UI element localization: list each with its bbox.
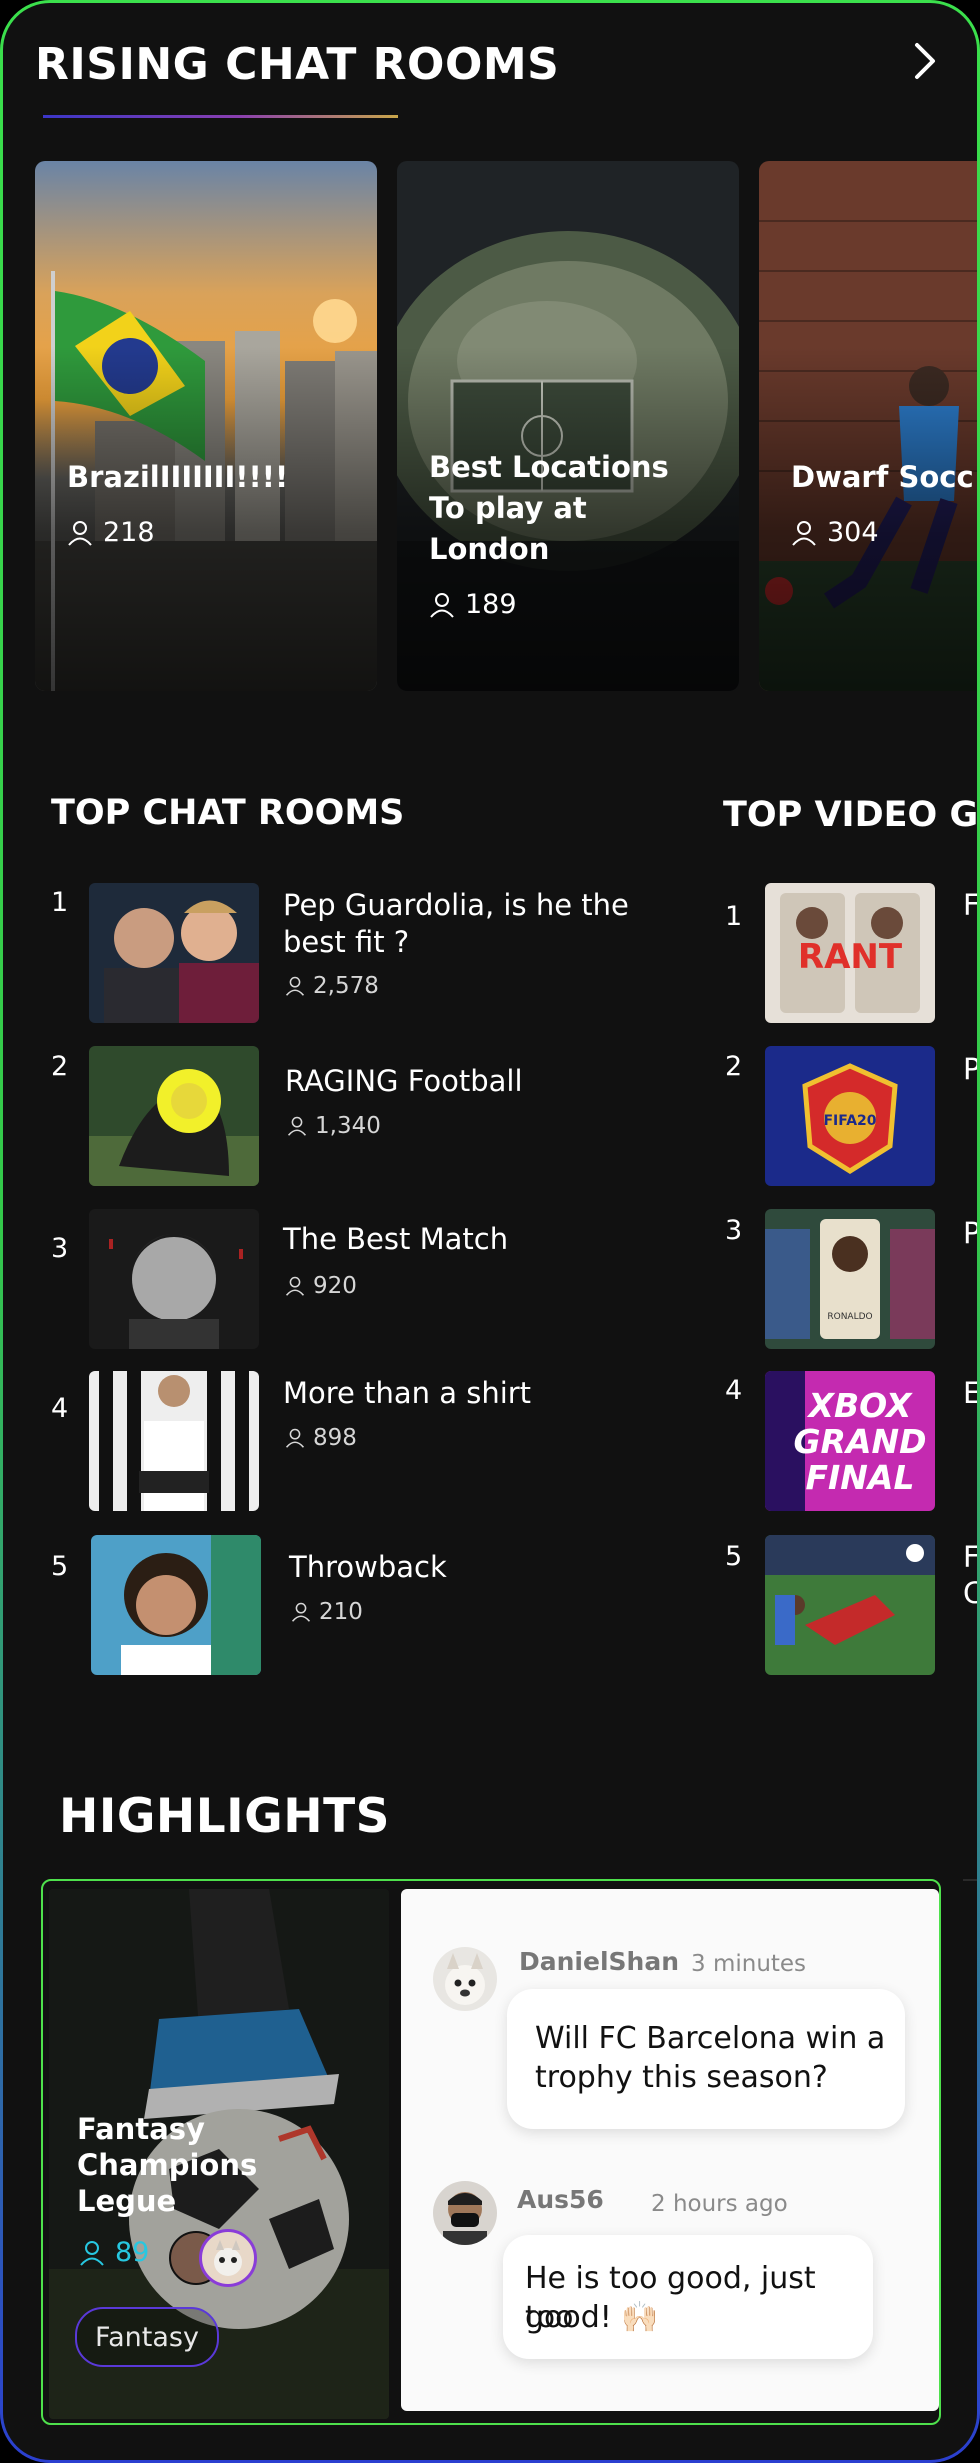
- chat-room-members: 898: [285, 1425, 357, 1451]
- video-thumbnail[interactable]: RANT: [765, 883, 935, 1023]
- top-video-games-title: TOP VIDEO GA: [723, 795, 977, 835]
- comments-panel: DanielShan 3 minutes Will FC Barcelona w…: [401, 1889, 939, 2411]
- person-icon: [68, 520, 92, 546]
- rising-card-dwarf-soccer[interactable]: Dwarf Socc 304: [759, 161, 977, 691]
- comment-text-line2: trophy this season?: [535, 2060, 828, 2095]
- member-count: 210: [319, 1599, 363, 1625]
- chat-room-title[interactable]: More than a shirt: [283, 1375, 531, 1412]
- divider: [963, 1879, 977, 1881]
- chat-room-thumbnail[interactable]: [89, 1209, 259, 1349]
- video-thumbnail[interactable]: [765, 1535, 935, 1675]
- highlight-title-line2: Champions: [77, 2148, 258, 2182]
- comment-time: 2 hours ago: [651, 2191, 788, 2217]
- rising-card-title-line1: Best Locations: [429, 450, 669, 484]
- rank-number: 1: [51, 887, 69, 918]
- rising-card-london[interactable]: Best Locations To play at London 189: [397, 161, 739, 691]
- top-chat-rooms-title: TOP CHAT ROOMS: [51, 793, 405, 833]
- thumb-text: RANT: [798, 937, 903, 977]
- member-count: 898: [313, 1425, 357, 1451]
- chat-room-members: 2,578: [285, 973, 379, 999]
- comment-bubble: He is too good, just too good! 🙌🏻: [503, 2235, 873, 2359]
- comment-time: 3 minutes: [691, 1951, 807, 1977]
- rising-card-members: 189: [429, 589, 517, 620]
- rank-number: 5: [725, 1541, 743, 1572]
- rank-number: 4: [51, 1393, 69, 1424]
- chat-room-thumbnail[interactable]: [91, 1535, 261, 1675]
- rising-card-title-line2: To play at: [429, 491, 587, 525]
- highlight-title-line3: Legue: [77, 2184, 177, 2218]
- rising-card-brazil[interactable]: BrazilIIIIIII!!!! 218: [35, 161, 377, 691]
- video-thumbnail[interactable]: FIFA20: [765, 1046, 935, 1186]
- thumb-text: XBOX: [807, 1386, 913, 1425]
- video-title[interactable]: F: [963, 887, 977, 924]
- person-icon: [430, 592, 454, 618]
- rank-number: 3: [725, 1215, 743, 1246]
- rank-number: 2: [725, 1051, 743, 1082]
- member-count: 189: [465, 589, 517, 620]
- video-thumbnail[interactable]: XBOX GRAND FINAL: [765, 1371, 935, 1511]
- comment-username[interactable]: Aus56: [517, 2185, 604, 2214]
- rising-card-title: BrazilIIIIIII!!!!: [67, 460, 289, 494]
- rising-card-title: Dwarf Socc: [791, 460, 974, 494]
- video-title[interactable]: P: [963, 1215, 977, 1252]
- chat-room-title-line1[interactable]: Pep Guardolia, is he the: [283, 887, 629, 924]
- thumb-text: FIFA20: [823, 1113, 876, 1129]
- comment-username[interactable]: DanielShan: [519, 1947, 679, 1976]
- chat-room-thumbnail[interactable]: [89, 1371, 259, 1511]
- person-icon: [285, 1428, 305, 1448]
- rank-number: 1: [725, 901, 743, 932]
- chat-room-members: 210: [291, 1599, 363, 1625]
- avatar: [433, 1947, 497, 2011]
- title-underline: [43, 115, 398, 118]
- comment-text-line1: Will FC Barcelona win a: [535, 2021, 886, 2056]
- thumb-text: RONALDO: [827, 1312, 872, 1322]
- comment-bubble: Will FC Barcelona win a trophy this seas…: [507, 1989, 905, 2129]
- person-icon: [285, 976, 305, 996]
- chat-room-title[interactable]: The Best Match: [283, 1221, 508, 1258]
- member-count: 2,578: [313, 973, 379, 999]
- member-count: 89: [115, 2237, 150, 2268]
- rank-number: 2: [51, 1051, 69, 1082]
- member-count: 218: [103, 517, 155, 548]
- rank-number: 4: [725, 1375, 743, 1406]
- thumb-text: FINAL: [805, 1458, 914, 1497]
- member-count: 920: [313, 1273, 357, 1299]
- highlight-members: 89: [79, 2237, 149, 2268]
- video-title-line1[interactable]: F: [963, 1539, 977, 1576]
- chat-room-thumbnail[interactable]: [89, 1046, 259, 1186]
- video-thumbnail[interactable]: RONALDO: [765, 1209, 935, 1349]
- rising-chat-rooms-title: RISING CHAT ROOMS: [35, 39, 560, 90]
- chat-room-thumbnail[interactable]: [89, 883, 259, 1023]
- avatar: [433, 2181, 497, 2245]
- video-title-line2[interactable]: C: [963, 1575, 977, 1612]
- rank-number: 5: [51, 1551, 69, 1582]
- chat-room-title[interactable]: RAGING Football: [285, 1063, 523, 1100]
- person-icon: [285, 1276, 305, 1296]
- member-count: 304: [827, 517, 879, 548]
- chat-room-title-line2[interactable]: best fit ?: [283, 924, 409, 961]
- person-icon: [291, 1602, 311, 1622]
- video-title[interactable]: P: [963, 1051, 977, 1088]
- highlights-title: HIGHLIGHTS: [59, 1789, 390, 1844]
- comment-text-line2: good! 🙌🏻: [525, 2300, 659, 2335]
- thumb-text: GRAND: [793, 1422, 926, 1461]
- rising-card-title-line3: London: [429, 532, 550, 566]
- screen: RISING CHAT ROOMS BrazilIIIIIII!!!! 218 …: [3, 3, 977, 2460]
- person-icon: [287, 1116, 307, 1136]
- avatar: [199, 2229, 257, 2287]
- chevron-right-icon[interactable]: [907, 39, 943, 83]
- member-count: 1,340: [315, 1113, 381, 1139]
- rank-number: 3: [51, 1233, 69, 1264]
- highlight-title-line1: Fantasy: [77, 2112, 205, 2146]
- video-title[interactable]: E: [963, 1375, 977, 1412]
- person-icon: [80, 2240, 104, 2266]
- chat-room-members: 920: [285, 1273, 357, 1299]
- person-icon: [792, 520, 816, 546]
- rising-card-members: 218: [67, 517, 155, 548]
- chat-room-members: 1,340: [287, 1113, 381, 1139]
- chat-room-title[interactable]: Throwback: [289, 1549, 447, 1586]
- category-tag[interactable]: Fantasy: [75, 2307, 219, 2367]
- rising-card-members: 304: [791, 517, 879, 548]
